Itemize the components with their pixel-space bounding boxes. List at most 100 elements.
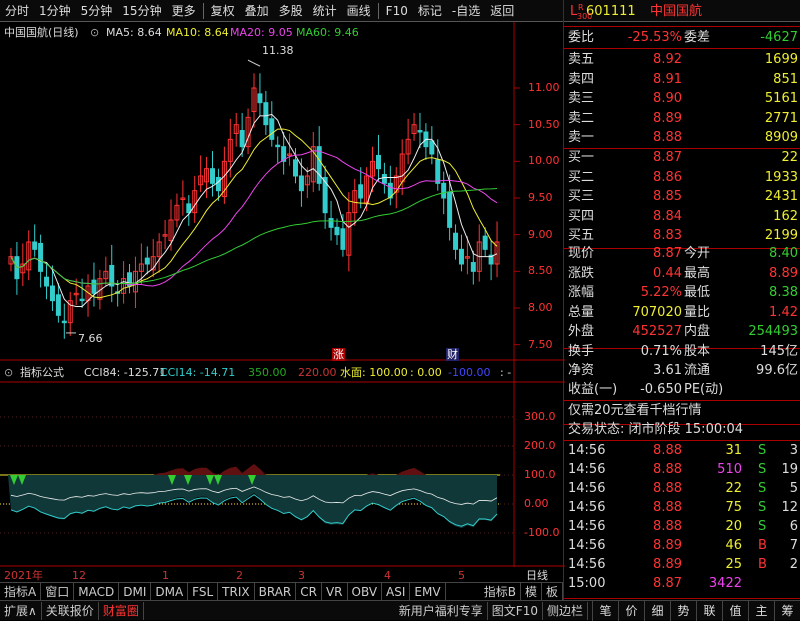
chart-canvas[interactable]	[0, 22, 565, 567]
toolbar-item-6[interactable]: 叠加	[240, 0, 274, 22]
tick-row[interactable]: 14:56 8.88 510 S 19	[564, 460, 800, 480]
f10-button[interactable]: 图文F10	[488, 601, 543, 620]
webi-row[interactable]: 委比 -25.53% 委差 -4627	[564, 28, 800, 48]
kline-chart[interactable]: 中国国航(日线) ⊙ MA5: 8.64 MA10: 8.64 MA20: 9.…	[0, 22, 565, 582]
indicator-tab[interactable]: 模	[521, 582, 542, 601]
stat-row[interactable]: 现价 8.87 今开 8.40	[564, 244, 800, 264]
indicator-tab[interactable]: TRIX	[218, 582, 255, 601]
indicator-tab[interactable]: 板	[542, 582, 563, 601]
stat-row[interactable]: 涨跌 0.44 最高 8.89	[564, 264, 800, 284]
stat2-row[interactable]: 换手 0.71% 股本 145亿	[564, 342, 800, 362]
indicator-tab[interactable]: OBV	[348, 582, 383, 601]
stat-row[interactable]: 涨幅 5.22% 最低 8.38	[564, 283, 800, 303]
tick-row[interactable]: 15:00 8.87 3422	[564, 574, 800, 594]
buy-row-cell: 8.87	[653, 150, 682, 165]
quote-tab[interactable]: 主	[748, 600, 774, 621]
indicator-tab[interactable]: 指标A	[0, 582, 42, 601]
quote-tab[interactable]: 筹	[774, 600, 800, 621]
buy-row[interactable]: 买一 8.87 22	[564, 148, 800, 168]
tick-row-cell: S	[758, 500, 767, 515]
quote-tab[interactable]: 细	[644, 600, 670, 621]
toolbar-item-11[interactable]: 标记	[413, 0, 447, 22]
buy-row[interactable]: 买二 8.86 1933	[564, 168, 800, 188]
period-label[interactable]: 日线	[526, 569, 548, 582]
stat2-row-cell: PE(动)	[684, 382, 724, 397]
ma20-label: MA20: 9.05	[230, 26, 293, 39]
sell-row[interactable]: 卖一 8.88 8909	[564, 128, 800, 148]
toolbar-item-3[interactable]: 15分钟	[117, 0, 166, 22]
stat-row[interactable]: 外盘 452527 内盘 254493	[564, 322, 800, 342]
tick-row[interactable]: 14:56 8.88 20 S 6	[564, 517, 800, 537]
candle-body	[381, 174, 387, 184]
price-tick-label: 7.50	[528, 337, 553, 351]
quote-tab[interactable]: 笔	[592, 600, 618, 621]
candle-body	[429, 140, 435, 155]
indicator-tab[interactable]: ASI	[382, 582, 411, 601]
fortune-button[interactable]: 财富圈	[99, 601, 144, 620]
toolbar-item-1[interactable]: 1分钟	[34, 0, 76, 22]
toolbar-item-10[interactable]: F10	[381, 0, 413, 22]
low-annotation: 7.66	[78, 332, 103, 345]
toolbar-item-0[interactable]: 分时	[0, 0, 34, 22]
quote-tab[interactable]: 联	[696, 600, 722, 621]
indicator-tab[interactable]: 窗口	[41, 582, 75, 601]
stat2-row[interactable]: 净资 3.61 流通 99.6亿	[564, 361, 800, 381]
cci84-value: CCI84: -125.71	[84, 366, 167, 379]
indicator-tab[interactable]: CR	[296, 582, 322, 601]
indicator-tab[interactable]: BRAR	[255, 582, 297, 601]
indicator-tab[interactable]: DMI	[119, 582, 152, 601]
buy-row[interactable]: 买五 8.83 2199	[564, 226, 800, 246]
tick-row[interactable]: 14:56 8.88 22 S 5	[564, 479, 800, 499]
sell-row[interactable]: 卖五 8.92 1699	[564, 50, 800, 70]
buy-row[interactable]: 买三 8.85 2431	[564, 187, 800, 207]
tick-row-cell: 12	[781, 500, 798, 515]
chevron-down-icon[interactable]: ⊙	[90, 26, 99, 39]
cci-above-area	[8, 463, 498, 475]
indicator-expand-icon[interactable]: ⊙	[4, 366, 13, 379]
tick-row[interactable]: 14:56 8.88 31 S 3	[564, 441, 800, 461]
tick-row[interactable]: 14:56 8.88 75 S 12	[564, 498, 800, 518]
status-row[interactable]: 交易状态: 闭市阶段 15:00:04	[564, 420, 800, 440]
tick-row[interactable]: 14:56 8.89 46 B 7	[564, 536, 800, 556]
stat2-row[interactable]: 收益(一) -0.650 PE(动)	[564, 380, 800, 400]
buy-row-cell: 买三	[568, 189, 595, 204]
sell-row[interactable]: 卖四 8.91 851	[564, 70, 800, 90]
date-year: 2021年	[4, 569, 43, 582]
indicator-tab[interactable]: VR	[322, 582, 348, 601]
indicator-tab[interactable]: DMA	[151, 582, 189, 601]
stat-row-cell: 8.40	[769, 246, 798, 261]
sell-row[interactable]: 卖二 8.89 2771	[564, 109, 800, 129]
v220-value: 220.00	[298, 366, 337, 379]
indicator-name[interactable]: 指标公式	[20, 366, 64, 379]
toolbar-item-13[interactable]: 返回	[485, 0, 519, 22]
buy-row[interactable]: 买四 8.84 162	[564, 207, 800, 227]
toolbar-item-8[interactable]: 统计	[308, 0, 342, 22]
toolbar-item-7[interactable]: 多股	[274, 0, 308, 22]
quote-tab[interactable]: 价	[618, 600, 644, 621]
sell-row-cell: 8.89	[653, 110, 682, 126]
sell-row-cell: 1699	[764, 52, 798, 67]
toolbar-item-12[interactable]: -自选	[447, 0, 485, 22]
toolbar-item-4[interactable]: 更多	[167, 0, 201, 22]
toolbar-item-2[interactable]: 5分钟	[76, 0, 118, 22]
sell-row[interactable]: 卖三 8.90 5161	[564, 89, 800, 109]
promo-row[interactable]: 仅需20元查看千档行情	[564, 401, 800, 421]
indicator-tab[interactable]: EMV	[410, 582, 446, 601]
indicator-tick-label: 0.00	[524, 497, 549, 510]
quote-tab[interactable]: 势	[670, 600, 696, 621]
expand-button[interactable]: 扩展∧	[0, 601, 42, 620]
indicator-tab[interactable]: MACD	[74, 582, 120, 601]
toolbar-item-5[interactable]: 复权	[206, 0, 240, 22]
tick-row-cell: 46	[725, 538, 742, 553]
stat-row-cell: 8.87	[653, 246, 682, 261]
indicator-tab[interactable]: 指标B	[480, 582, 521, 601]
date-m12: 12	[72, 569, 86, 582]
sidebar-button[interactable]: 侧边栏	[543, 601, 588, 620]
toolbar-item-9[interactable]: 画线	[342, 0, 376, 22]
related-quote-button[interactable]: 关联报价	[42, 601, 99, 620]
stat-row[interactable]: 总量 707020 量比 1.42	[564, 303, 800, 323]
quote-tab[interactable]: 值	[722, 600, 748, 621]
indicator-tab[interactable]: FSL	[188, 582, 219, 601]
promo-link[interactable]: 新用户福利专享	[395, 601, 488, 620]
tick-row[interactable]: 14:56 8.89 25 B 2	[564, 555, 800, 575]
